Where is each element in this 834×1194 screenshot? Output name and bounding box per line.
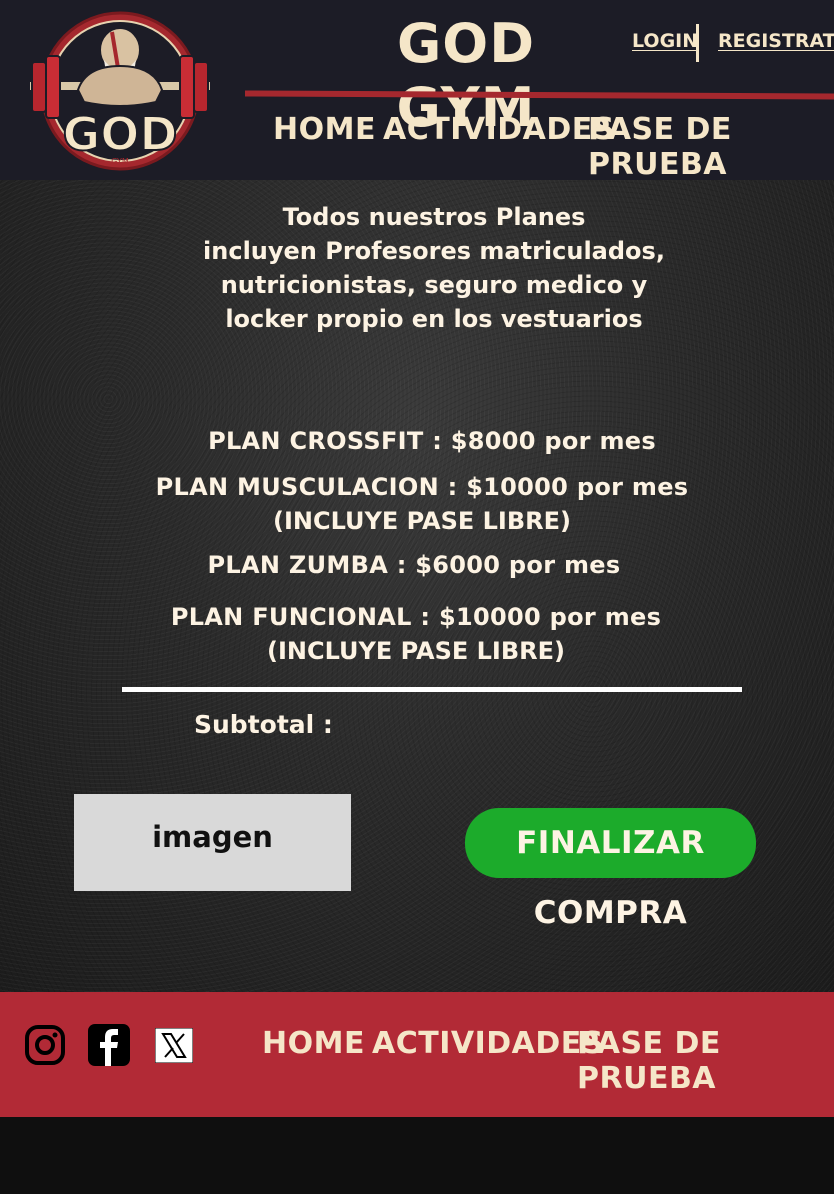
intro-line: nutricionistas, seguro medico y xyxy=(220,271,648,299)
plan-note: (INCLUYE PASE LIBRE) xyxy=(266,637,565,665)
login-link[interactable]: LOGIN xyxy=(632,30,698,52)
nav-pase-de-prueba[interactable]: PASE DE PRUEBA xyxy=(588,112,834,182)
plan-zumba: PLAN ZUMBA : $6000 por mes xyxy=(92,548,736,582)
site-header: GOD GYM GOD GYM LOGIN REGISTRATE HOME AC… xyxy=(0,0,834,182)
plans-intro: Todos nuestros Planes incluyen Profesore… xyxy=(200,200,668,336)
subtotal-label: Subtotal : xyxy=(194,710,333,739)
register-link[interactable]: REGISTRATE xyxy=(718,30,834,52)
footer-nav-actividades[interactable]: ACTIVIDADES xyxy=(372,1026,604,1061)
footer-nav-home[interactable]: HOME xyxy=(262,1026,365,1061)
plan-funcional: PLAN FUNCIONAL : $10000 por mes (INCLUYE… xyxy=(94,600,738,668)
content-separator xyxy=(122,687,742,692)
facebook-icon[interactable] xyxy=(88,1024,130,1066)
instagram-icon[interactable] xyxy=(24,1024,66,1066)
gym-logo[interactable]: GOD GYM xyxy=(26,10,214,172)
logo-subtext: GYM xyxy=(111,157,129,166)
plan-price: PLAN ZUMBA : $6000 por mes xyxy=(207,551,621,579)
intro-line: Todos nuestros Planes xyxy=(282,203,586,231)
image-placeholder: imagen xyxy=(74,794,351,891)
footer-nav-pase-de-prueba[interactable]: PASE DE PRUEBA xyxy=(577,1026,834,1096)
auth-divider xyxy=(696,24,699,62)
plan-price: PLAN CROSSFIT : $8000 por mes xyxy=(208,427,656,455)
plan-price: PLAN FUNCIONAL : $10000 por mes xyxy=(170,603,662,631)
intro-line: locker propio en los vestuarios xyxy=(225,305,643,333)
x-twitter-icon[interactable] xyxy=(155,1028,193,1063)
nav-actividades[interactable]: ACTIVIDADES xyxy=(383,112,615,147)
nav-home[interactable]: HOME xyxy=(273,112,376,147)
bottom-strip xyxy=(0,1117,834,1194)
plan-musculacion: PLAN MUSCULACION : $10000 por mes (INCLU… xyxy=(100,470,744,538)
finalizar-compra-button[interactable]: FINALIZAR COMPRA xyxy=(465,808,756,931)
plan-price: PLAN MUSCULACION : $10000 por mes xyxy=(155,473,689,501)
plan-note: (INCLUYE PASE LIBRE) xyxy=(272,507,571,535)
logo-text: GOD xyxy=(62,107,177,161)
intro-line: incluyen Profesores matriculados, xyxy=(203,237,665,265)
plan-crossfit: PLAN CROSSFIT : $8000 por mes xyxy=(110,424,754,458)
